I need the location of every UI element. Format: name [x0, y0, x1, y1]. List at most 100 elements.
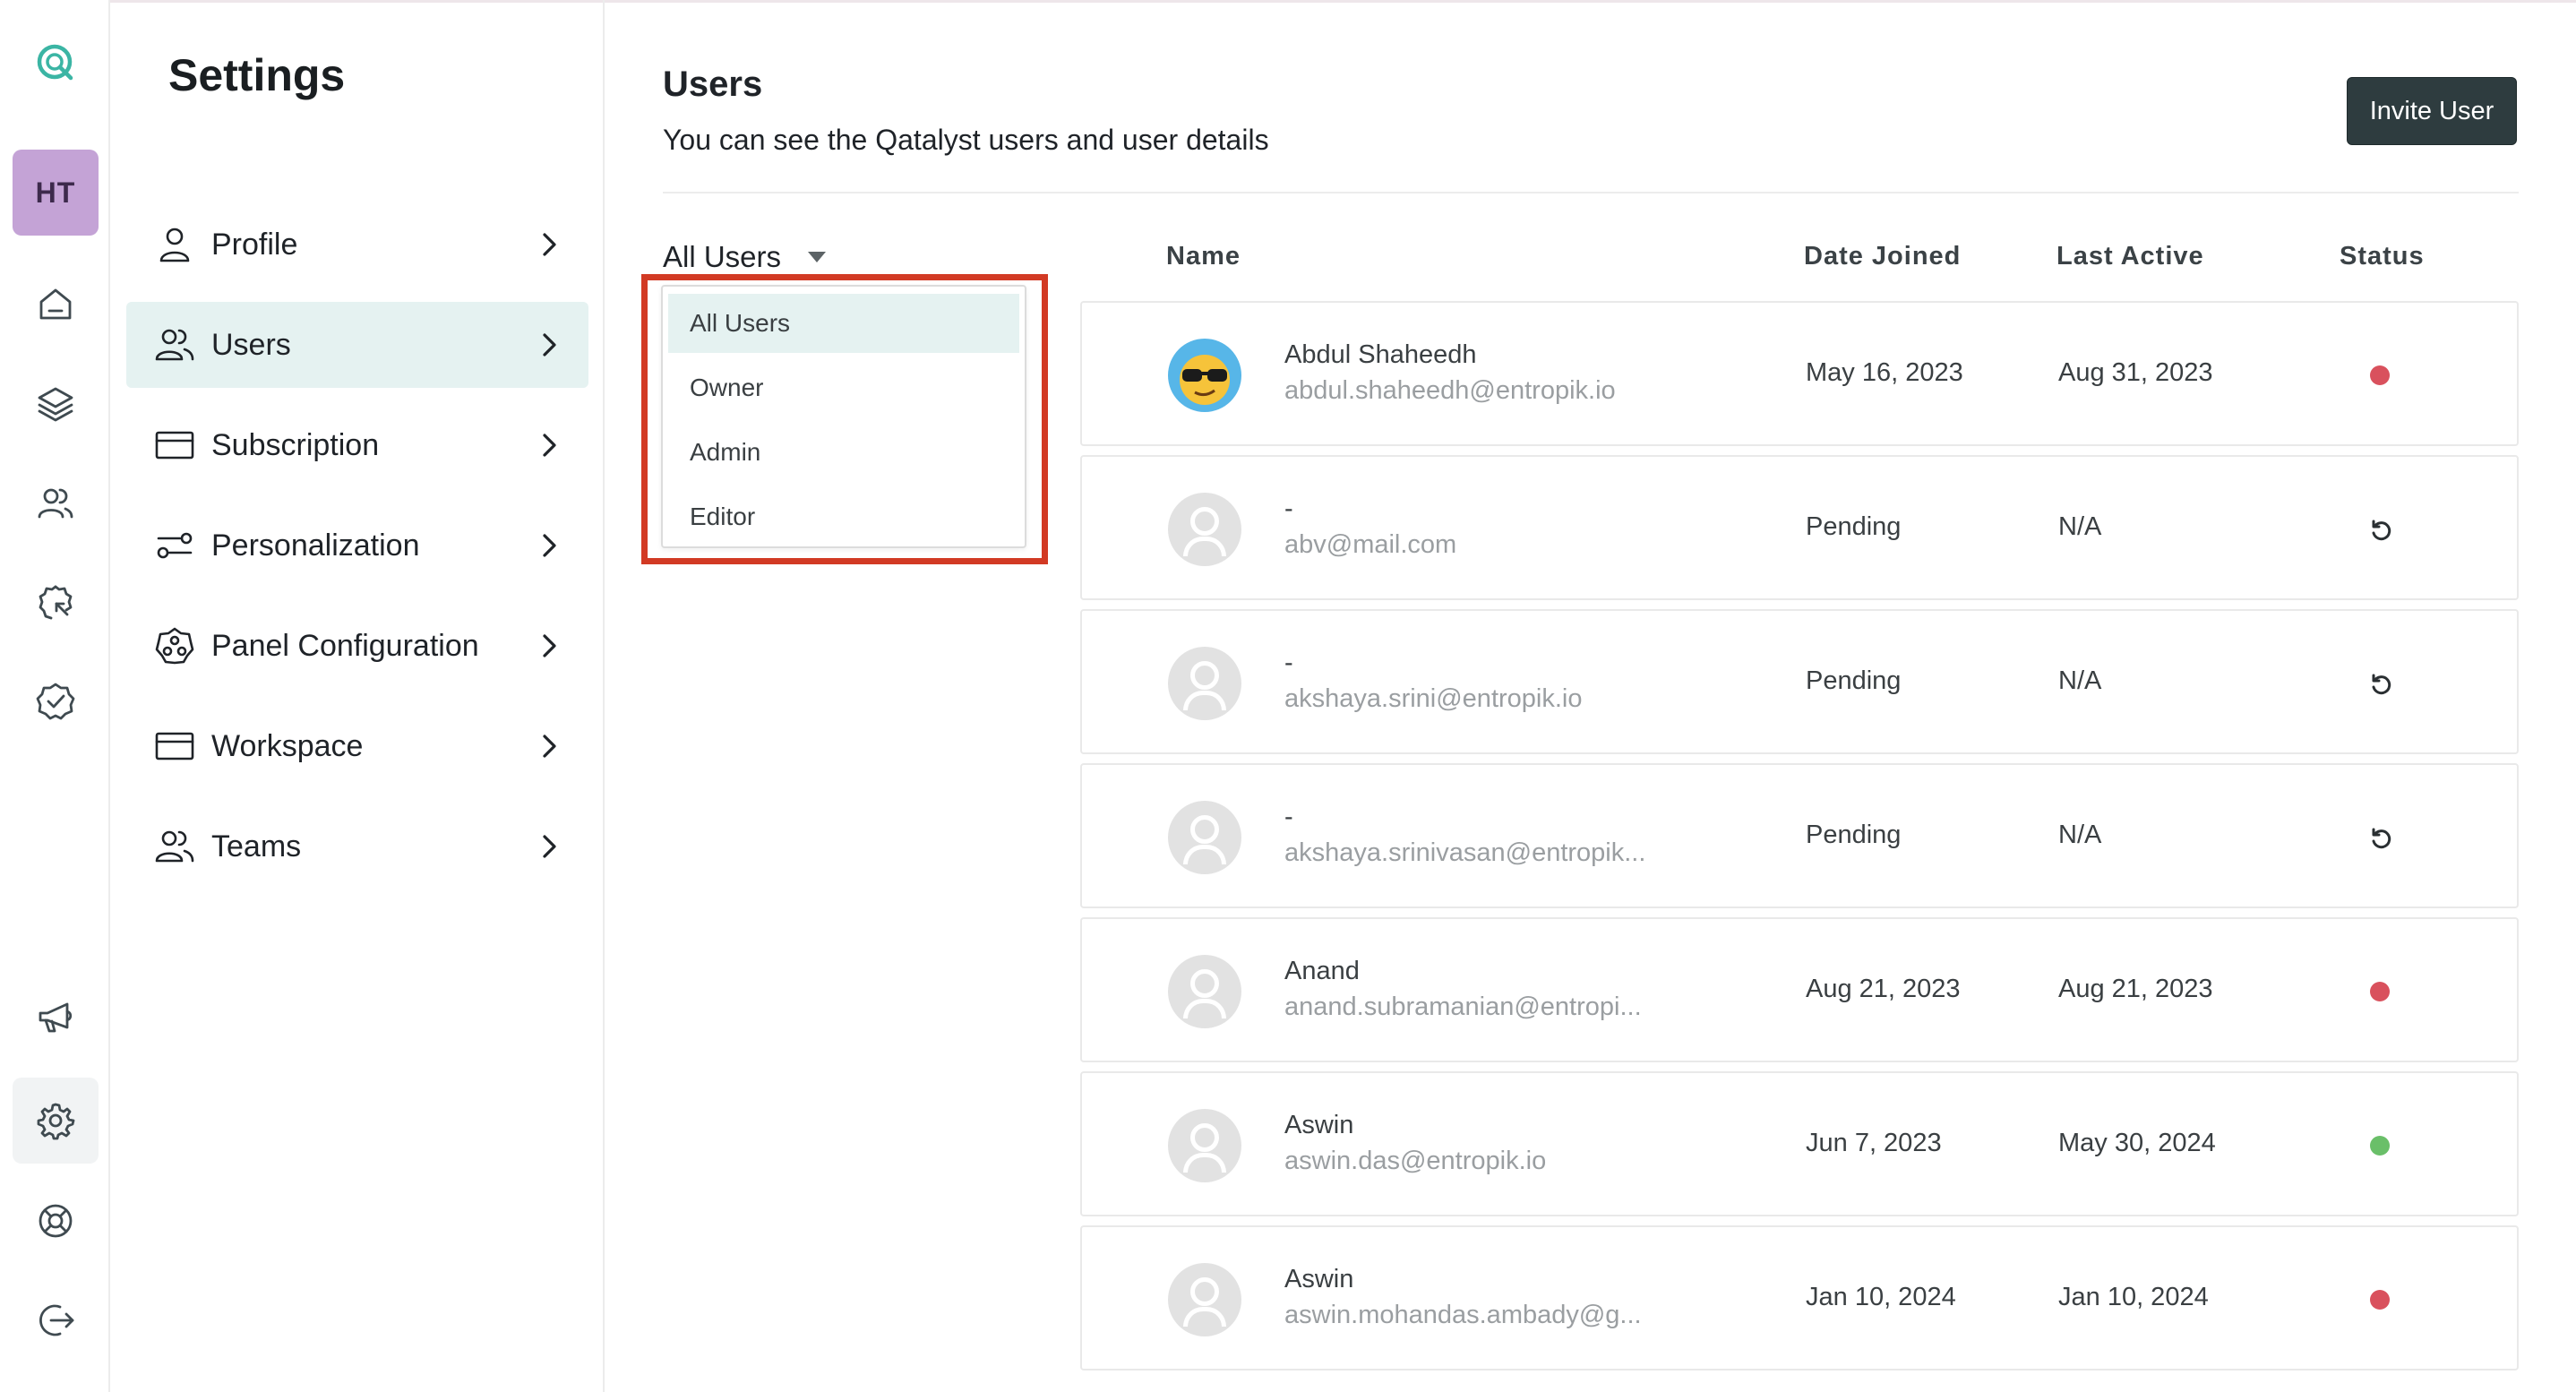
menu-item-label: Personalization: [211, 528, 420, 563]
date-joined: Jan 10, 2024: [1806, 1283, 1956, 1311]
date-joined: Jun 7, 2023: [1806, 1129, 1942, 1157]
column-header-status[interactable]: Status: [2340, 242, 2425, 271]
logout-icon[interactable]: [13, 1277, 99, 1363]
date-joined: Aug 21, 2023: [1806, 975, 1961, 1003]
table-row[interactable]: Aswin aswin.das@entropik.io Jun 7, 2023 …: [1080, 1071, 2519, 1216]
last-active: N/A: [2058, 821, 2102, 849]
last-active: N/A: [2058, 512, 2102, 541]
user-name: -: [1284, 803, 1293, 831]
date-joined: Pending: [1806, 666, 1902, 695]
user-avatar[interactable]: HT: [13, 150, 99, 236]
chevron-right-icon: [533, 730, 565, 762]
last-active: Aug 31, 2023: [2058, 358, 2213, 387]
table-row[interactable]: - abv@mail.com Pending N/A: [1080, 455, 2519, 600]
user-avatar-emoji: [1168, 339, 1241, 412]
settings-menu: Profile Users Subscription Personalizati…: [126, 202, 588, 904]
menu-item-label: Users: [211, 327, 291, 362]
user-icon: [153, 223, 196, 266]
menu-item-personalization[interactable]: Personalization: [126, 503, 588, 589]
panel-icon: [153, 624, 196, 667]
menu-item-teams[interactable]: Teams: [126, 803, 588, 889]
menu-item-label: Teams: [211, 829, 302, 864]
default-avatar-icon: [1168, 647, 1241, 720]
settings-gear-icon[interactable]: [13, 1078, 99, 1164]
page-subtitle: You can see the Qatalyst users and user …: [663, 124, 1269, 156]
user-email: akshaya.srini@entropik.io: [1284, 684, 1583, 713]
invite-user-button[interactable]: Invite User: [2347, 77, 2517, 145]
user-email: aswin.mohandas.ambady@g...: [1284, 1301, 1642, 1329]
default-avatar-icon: [1168, 801, 1241, 874]
status-active-dot: [2368, 1134, 2391, 1157]
table-row[interactable]: - akshaya.srini@entropik.io Pending N/A: [1080, 609, 2519, 754]
last-active: N/A: [2058, 666, 2102, 695]
users-icon: [153, 825, 196, 868]
verified-badge-icon[interactable]: [13, 658, 99, 744]
app-logo-icon[interactable]: [13, 20, 99, 106]
status-inactive-dot: [2368, 980, 2391, 1003]
menu-item-profile[interactable]: Profile: [126, 202, 588, 288]
date-joined: Pending: [1806, 512, 1902, 541]
status-inactive-dot: [2368, 364, 2391, 387]
menu-item-label: Profile: [211, 227, 298, 262]
megaphone-icon[interactable]: [13, 975, 99, 1061]
menu-item-label: Subscription: [211, 427, 380, 462]
settings-sidebar: Settings Profile Users Subscription Pers…: [110, 0, 605, 1392]
help-lifebuoy-icon[interactable]: [13, 1178, 99, 1264]
filter-option-all-users[interactable]: All Users: [668, 294, 1019, 353]
home-icon[interactable]: [13, 262, 99, 348]
filter-option-editor[interactable]: Editor: [668, 487, 1019, 546]
column-header-last-active[interactable]: Last Active: [2057, 242, 2204, 271]
column-header-date-joined[interactable]: Date Joined: [1804, 242, 1961, 271]
user-name: Aswin: [1284, 1265, 1354, 1293]
card-icon: [153, 424, 196, 467]
last-active: Jan 10, 2024: [2058, 1283, 2209, 1311]
user-name: Abdul Shaheedh: [1284, 340, 1477, 369]
table-row[interactable]: - akshaya.srinivasan@entropik... Pending…: [1080, 763, 2519, 908]
status-inactive-dot: [2368, 1288, 2391, 1311]
user-name: -: [1284, 649, 1293, 677]
chevron-right-icon: [533, 228, 565, 261]
filter-option-admin[interactable]: Admin: [668, 423, 1019, 482]
settings-title: Settings: [168, 50, 346, 100]
table-row[interactable]: Abdul Shaheedh abdul.shaheedh@entropik.i…: [1080, 301, 2519, 446]
resend-invite-icon[interactable]: [2368, 672, 2391, 695]
menu-item-label: Panel Configuration: [211, 628, 479, 663]
users-icon: [153, 323, 196, 366]
caret-down-icon: [808, 252, 827, 262]
chevron-right-icon: [533, 429, 565, 461]
card-icon: [153, 725, 196, 768]
user-email: abdul.shaheedh@entropik.io: [1284, 376, 1616, 405]
menu-item-subscription[interactable]: Subscription: [126, 402, 588, 488]
menu-item-workspace[interactable]: Workspace: [126, 703, 588, 789]
last-active: Aug 21, 2023: [2058, 975, 2213, 1003]
chevron-right-icon: [533, 529, 565, 562]
chevron-right-icon: [533, 630, 565, 662]
default-avatar-icon: [1168, 1109, 1241, 1182]
date-joined: Pending: [1806, 821, 1902, 849]
page-title: Users: [663, 64, 763, 104]
user-filter-dropdown[interactable]: All Users: [663, 240, 827, 274]
table-row[interactable]: Anand anand.subramanian@entropi... Aug 2…: [1080, 917, 2519, 1062]
people-icon[interactable]: [13, 460, 99, 546]
filter-option-owner[interactable]: Owner: [668, 358, 1019, 417]
user-email: akshaya.srinivasan@entropik...: [1284, 838, 1646, 867]
layers-icon[interactable]: [13, 361, 99, 447]
date-joined: May 16, 2023: [1806, 358, 1963, 387]
menu-item-users[interactable]: Users: [126, 302, 588, 388]
user-email: anand.subramanian@entropi...: [1284, 992, 1642, 1021]
toggle-icon: [153, 524, 196, 567]
default-avatar-icon: [1168, 1263, 1241, 1336]
click-gear-icon[interactable]: [13, 560, 99, 646]
resend-invite-icon[interactable]: [2368, 826, 2391, 849]
menu-item-panel-configuration[interactable]: Panel Configuration: [126, 603, 588, 689]
user-name: Aswin: [1284, 1111, 1354, 1139]
default-avatar-icon: [1168, 493, 1241, 566]
default-avatar-icon: [1168, 955, 1241, 1028]
table-row[interactable]: Aswin aswin.mohandas.ambady@g... Jan 10,…: [1080, 1225, 2519, 1371]
column-header-name[interactable]: Name: [1166, 242, 1241, 271]
chevron-right-icon: [533, 329, 565, 361]
icon-rail: HT: [0, 0, 110, 1392]
user-email: abv@mail.com: [1284, 530, 1457, 559]
resend-invite-icon[interactable]: [2368, 518, 2391, 541]
user-filter-menu: All Users Owner Admin Editor: [661, 285, 1026, 548]
